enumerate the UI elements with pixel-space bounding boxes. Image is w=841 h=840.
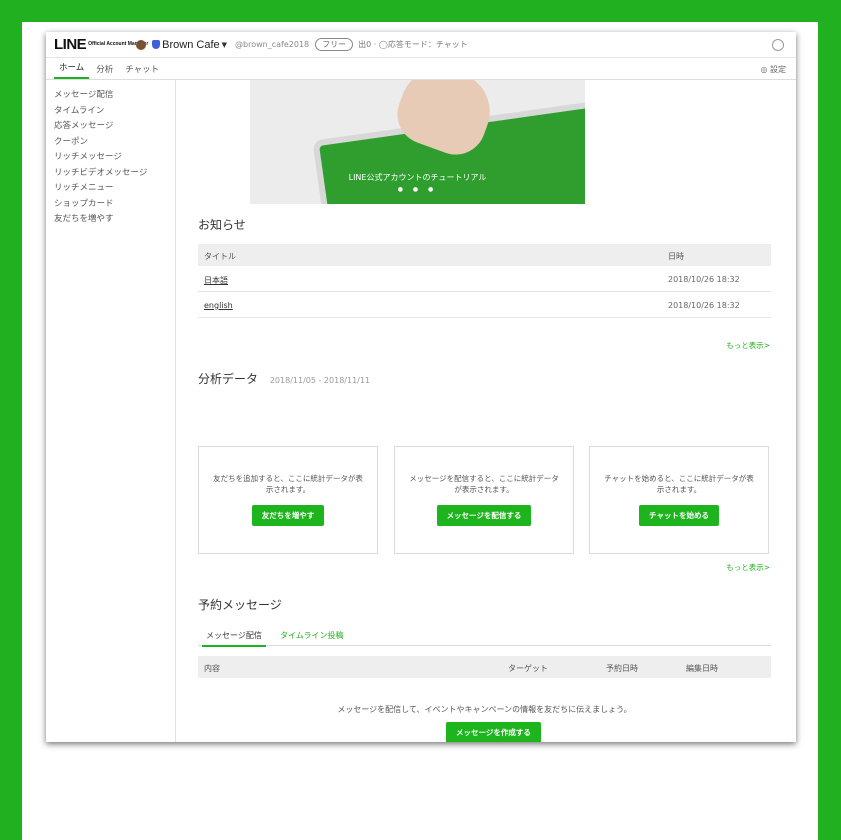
tab-chat[interactable]: チャット <box>120 63 164 79</box>
sidebar-item-timeline[interactable]: タイムライン <box>46 104 175 120</box>
news-col-title: タイトル <box>204 252 236 261</box>
start-chat-button[interactable]: チャットを始める <box>639 505 719 526</box>
col-edited-date: 編集日時 <box>686 664 718 673</box>
sidebar-item-rich-menu[interactable]: リッチメニュー <box>46 181 175 197</box>
analytics-more-link[interactable]: もっと表示> <box>726 562 770 573</box>
account-meta: 出0 · ◯応答モード：チャット <box>358 40 468 49</box>
account-name[interactable]: Brown Cafe <box>162 39 219 51</box>
account-id: @brown_cafe2018 <box>235 40 310 49</box>
card-description: チャットを始めると、ここに統計データが表示されます。 <box>604 474 754 494</box>
analytics-card-chat: チャットを始めると、ここに統計データが表示されます。 チャットを始める <box>589 446 769 554</box>
carousel-dots[interactable]: ● ● ● <box>250 186 585 193</box>
sidebar-item-auto-reply[interactable]: 応答メッセージ <box>46 119 175 135</box>
create-message-button[interactable]: メッセージを作成する <box>446 722 541 742</box>
tab-analytics[interactable]: 分析 <box>91 63 118 79</box>
card-description: 友だちを追加すると、ここに統計データが表示されます。 <box>213 474 363 494</box>
chevron-down-icon[interactable]: ▼ <box>222 41 227 49</box>
news-date: 2018/10/26 18:32 <box>668 301 740 310</box>
add-friends-button[interactable]: 友だちを増やす <box>251 505 325 526</box>
main-tabs: ホーム 分析 チャット ◎ 設定 <box>46 58 796 80</box>
col-content: 内容 <box>204 664 220 673</box>
account-avatar <box>136 39 147 50</box>
page: LINE Official Account Manager Brown Cafe… <box>22 22 818 840</box>
top-bar: LINE Official Account Manager Brown Cafe… <box>46 32 796 58</box>
banner-caption: LINE公式アカウントのチュートリアル <box>348 173 487 182</box>
sidebar-item-coupon[interactable]: クーポン <box>46 135 175 151</box>
scheduled-title: 予約メッセージ <box>198 598 282 612</box>
news-title: お知らせ <box>198 218 246 232</box>
empty-state-text: メッセージを配信して、イベントやキャンペーンの情報を友だちに伝えましょう。 <box>337 705 632 714</box>
col-target: ターゲット <box>508 664 548 673</box>
sidebar-item-rich-message[interactable]: リッチメッセージ <box>46 150 175 166</box>
table-row[interactable]: 日本語 2018/10/26 18:32 <box>198 266 771 292</box>
settings-link[interactable]: ◎ 設定 <box>760 64 786 75</box>
sidebar-item-rich-video[interactable]: リッチビデオメッセージ <box>46 166 175 182</box>
analytics-date-range: 2018/11/05 - 2018/11/11 <box>269 376 371 385</box>
col-scheduled-date: 予約日時 <box>606 664 638 673</box>
plan-badge: フリー <box>315 38 354 51</box>
sidebar-item-add-friends[interactable]: 友だちを増やす <box>46 212 175 228</box>
analytics-title: 分析データ 2018/11/05 - 2018/11/11 <box>198 370 370 387</box>
main-content: LINE公式アカウントのチュートリアル ● ● ● お知らせ タイトル 日時 日… <box>176 80 796 742</box>
tab-home[interactable]: ホーム <box>54 61 90 79</box>
table-row[interactable]: english 2018/10/26 18:32 <box>198 292 771 318</box>
line-logo[interactable]: LINE <box>54 36 87 53</box>
shield-icon <box>152 40 161 49</box>
tab-message-delivery[interactable]: メッセージ配信 <box>202 630 266 647</box>
analytics-title-text: 分析データ <box>198 372 259 386</box>
card-description: メッセージを配信すると、ここに統計データが表示されます。 <box>409 474 559 494</box>
news-col-date: 日時 <box>668 252 684 261</box>
news-more-link[interactable]: もっと表示> <box>726 340 770 351</box>
news-date: 2018/10/26 18:32 <box>668 275 740 284</box>
app-window: LINE Official Account Manager Brown Cafe… <box>46 32 796 742</box>
sidebar-item-shop-card[interactable]: ショップカード <box>46 197 175 213</box>
send-message-button[interactable]: メッセージを配信する <box>436 505 532 526</box>
news-title-link[interactable]: 日本語 <box>204 275 228 286</box>
tutorial-banner[interactable]: LINE公式アカウントのチュートリアル ● ● ● <box>250 80 585 204</box>
sidebar: メッセージ配信 タイムライン 応答メッセージ クーポン リッチメッセージ リッチ… <box>46 80 176 742</box>
tab-timeline-post[interactable]: タイムライン投稿 <box>276 630 347 645</box>
scheduled-tabs: メッセージ配信 タイムライン投稿 <box>198 626 771 647</box>
news-title-link[interactable]: english <box>204 301 233 310</box>
news-table-header: タイトル 日時 <box>198 244 771 266</box>
user-icon[interactable] <box>772 39 784 51</box>
analytics-card-friends: 友だちを追加すると、ここに統計データが表示されます。 友だちを増やす <box>198 446 378 554</box>
sidebar-item-message[interactable]: メッセージ配信 <box>46 88 175 104</box>
logo-subtitle: Official Account Manager <box>88 40 149 47</box>
analytics-card-messages: メッセージを配信すると、ここに統計データが表示されます。 メッセージを配信する <box>394 446 574 554</box>
scheduled-table-header: 内容 ターゲット 予約日時 編集日時 <box>198 656 771 678</box>
